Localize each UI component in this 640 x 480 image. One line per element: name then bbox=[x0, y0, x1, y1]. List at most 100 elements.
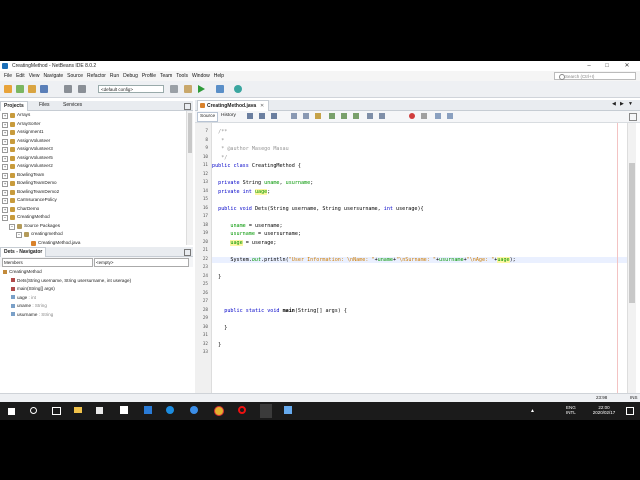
project-tree-item[interactable]: +CreatingMethod.java bbox=[0, 239, 190, 248]
prev-bookmark-icon[interactable] bbox=[329, 113, 335, 119]
forward-icon[interactable] bbox=[271, 113, 277, 119]
projects-scrollbar[interactable] bbox=[186, 111, 193, 245]
project-tree-item[interactable]: + AssignVolunteer bbox=[0, 137, 190, 146]
project-tree-item[interactable]: + CharDemo bbox=[0, 205, 190, 214]
expand-toggle-icon[interactable]: − bbox=[2, 215, 8, 221]
clean-build-icon[interactable] bbox=[184, 85, 192, 93]
new-file-icon[interactable] bbox=[16, 85, 24, 93]
expand-toggle-icon[interactable]: + bbox=[2, 172, 8, 179]
tab-services[interactable]: Services bbox=[60, 101, 85, 110]
project-tree-item[interactable]: + AssignVolunteer3 bbox=[0, 145, 190, 154]
expand-toggle-icon[interactable]: + bbox=[2, 130, 8, 136]
tray-arrow-icon[interactable]: ▲ bbox=[530, 408, 535, 414]
code-editor[interactable]: /** * * @author Masego Masau */ public c… bbox=[212, 123, 627, 415]
project-tree-item[interactable]: − CreatingMethod bbox=[0, 213, 190, 222]
expand-toggle-icon[interactable]: + bbox=[2, 155, 8, 162]
next-bookmark-icon[interactable] bbox=[341, 113, 347, 119]
project-tree-item[interactable]: + AssignVolunteer2 bbox=[0, 162, 190, 171]
amazon-icon[interactable] bbox=[120, 406, 128, 414]
tab-list-icon[interactable]: ▼ bbox=[628, 101, 633, 107]
undo-icon[interactable] bbox=[64, 85, 72, 93]
expand-toggle-icon[interactable]: − bbox=[16, 232, 22, 238]
store-icon[interactable] bbox=[96, 407, 103, 414]
notifications-icon[interactable] bbox=[626, 407, 634, 415]
close-button[interactable]: ✕ bbox=[620, 61, 634, 71]
ie-icon[interactable] bbox=[166, 406, 174, 414]
navigator-item[interactable]: main(String[] args) bbox=[11, 286, 55, 291]
menu-navigate[interactable]: Navigate bbox=[43, 73, 63, 79]
navigator-title[interactable]: Dets - Navigator bbox=[0, 247, 47, 257]
members-select[interactable]: Members bbox=[2, 258, 93, 267]
run-icon[interactable] bbox=[198, 85, 205, 93]
expand-toggle-icon[interactable]: + bbox=[2, 147, 8, 153]
menu-tools[interactable]: Tools bbox=[176, 73, 188, 79]
navigator-item[interactable]: uname : String bbox=[11, 303, 47, 308]
debug-icon[interactable] bbox=[216, 85, 224, 93]
tab-files[interactable]: Files bbox=[36, 101, 53, 110]
filter-select[interactable]: <empty> bbox=[94, 258, 189, 267]
menu-window[interactable]: Window bbox=[192, 73, 210, 79]
expand-toggle-icon[interactable]: − bbox=[9, 223, 15, 230]
minimize-button[interactable]: – bbox=[582, 61, 596, 71]
navigator-minimize-icon[interactable] bbox=[184, 249, 191, 256]
navigator-item[interactable]: Dets(String username, String usersurname… bbox=[11, 278, 131, 283]
project-tree-item[interactable]: − creatingmethod bbox=[0, 230, 190, 239]
toggle-highlight-icon[interactable] bbox=[315, 113, 321, 119]
comment-icon[interactable] bbox=[435, 113, 441, 119]
source-tab[interactable]: Source bbox=[197, 112, 219, 122]
tab-projects[interactable]: Projects bbox=[0, 101, 28, 111]
menu-edit[interactable]: Edit bbox=[16, 73, 25, 79]
netbeans-taskbar-icon[interactable] bbox=[260, 404, 272, 418]
find-next-icon[interactable] bbox=[303, 113, 309, 119]
editor-scrollbar[interactable] bbox=[627, 123, 636, 415]
navigator-item[interactable]: usurname : String bbox=[11, 312, 53, 317]
project-tree-item[interactable]: + Arrays bbox=[0, 111, 190, 120]
expand-toggle-icon[interactable]: + bbox=[2, 138, 8, 145]
tab-scroll-right-icon[interactable]: ▶ bbox=[620, 101, 624, 107]
expand-toggle-icon[interactable]: + bbox=[2, 198, 8, 204]
minimize-panel-icon[interactable] bbox=[184, 103, 191, 110]
project-tree-item[interactable]: + BowlingTeam bbox=[0, 171, 190, 180]
windows-start-icon[interactable] bbox=[8, 408, 15, 415]
menu-file[interactable]: File bbox=[4, 73, 12, 79]
projects-scrollbar-thumb[interactable] bbox=[188, 113, 192, 153]
menu-help[interactable]: Help bbox=[214, 73, 224, 79]
project-tree-item[interactable]: + BowlingTeamDemo bbox=[0, 179, 190, 188]
project-tree-item[interactable]: + CarInsurancePolicy bbox=[0, 196, 190, 205]
project-tree-item[interactable]: − Source Packages bbox=[0, 222, 190, 231]
expand-toggle-icon[interactable]: + bbox=[2, 121, 8, 128]
opera-icon[interactable] bbox=[238, 406, 246, 414]
build-icon[interactable] bbox=[170, 85, 178, 93]
back-icon[interactable] bbox=[259, 113, 265, 119]
config-select[interactable]: <default config> bbox=[98, 85, 164, 93]
menu-source[interactable]: Source bbox=[67, 73, 83, 79]
uncomment-icon[interactable] bbox=[447, 113, 453, 119]
save-all-icon[interactable] bbox=[40, 85, 48, 93]
navigator-item[interactable]: uage : int bbox=[11, 295, 36, 300]
start-macro-icon[interactable] bbox=[409, 113, 415, 119]
project-tree-item[interactable]: + BowlingTeamDemo2 bbox=[0, 188, 190, 197]
expand-editor-icon[interactable] bbox=[629, 113, 637, 121]
clock[interactable]: 22:00 2020/02/17 bbox=[590, 405, 618, 415]
menu-profile[interactable]: Profile bbox=[142, 73, 156, 79]
menu-team[interactable]: Team bbox=[160, 73, 172, 79]
project-tree-item[interactable]: + AssignVolunteer5 bbox=[0, 154, 190, 163]
maximize-button[interactable]: □ bbox=[600, 61, 614, 71]
expand-toggle-icon[interactable]: + bbox=[2, 181, 8, 187]
edge-icon[interactable] bbox=[190, 406, 198, 414]
last-edit-icon[interactable] bbox=[247, 113, 253, 119]
expand-toggle-icon[interactable]: + bbox=[2, 206, 8, 213]
file-explorer-icon[interactable] bbox=[74, 407, 82, 413]
expand-toggle-icon[interactable]: + bbox=[2, 189, 8, 196]
task-view-icon[interactable] bbox=[52, 407, 61, 415]
chrome-icon[interactable] bbox=[214, 406, 224, 416]
project-tree-item[interactable]: + ArraySorter bbox=[0, 120, 190, 129]
menu-run[interactable]: Run bbox=[110, 73, 119, 79]
editor-tab-creatingmethod[interactable]: CreatingMethod.java ✕ bbox=[197, 100, 269, 111]
expand-toggle-icon[interactable]: + bbox=[2, 164, 8, 170]
search-input[interactable]: Search (Ctrl+I) bbox=[554, 72, 636, 80]
open-project-icon[interactable] bbox=[28, 85, 36, 93]
tab-scroll-left-icon[interactable]: ◀ bbox=[612, 101, 616, 107]
search-taskbar-icon[interactable] bbox=[30, 407, 37, 414]
shift-left-icon[interactable] bbox=[367, 113, 373, 119]
